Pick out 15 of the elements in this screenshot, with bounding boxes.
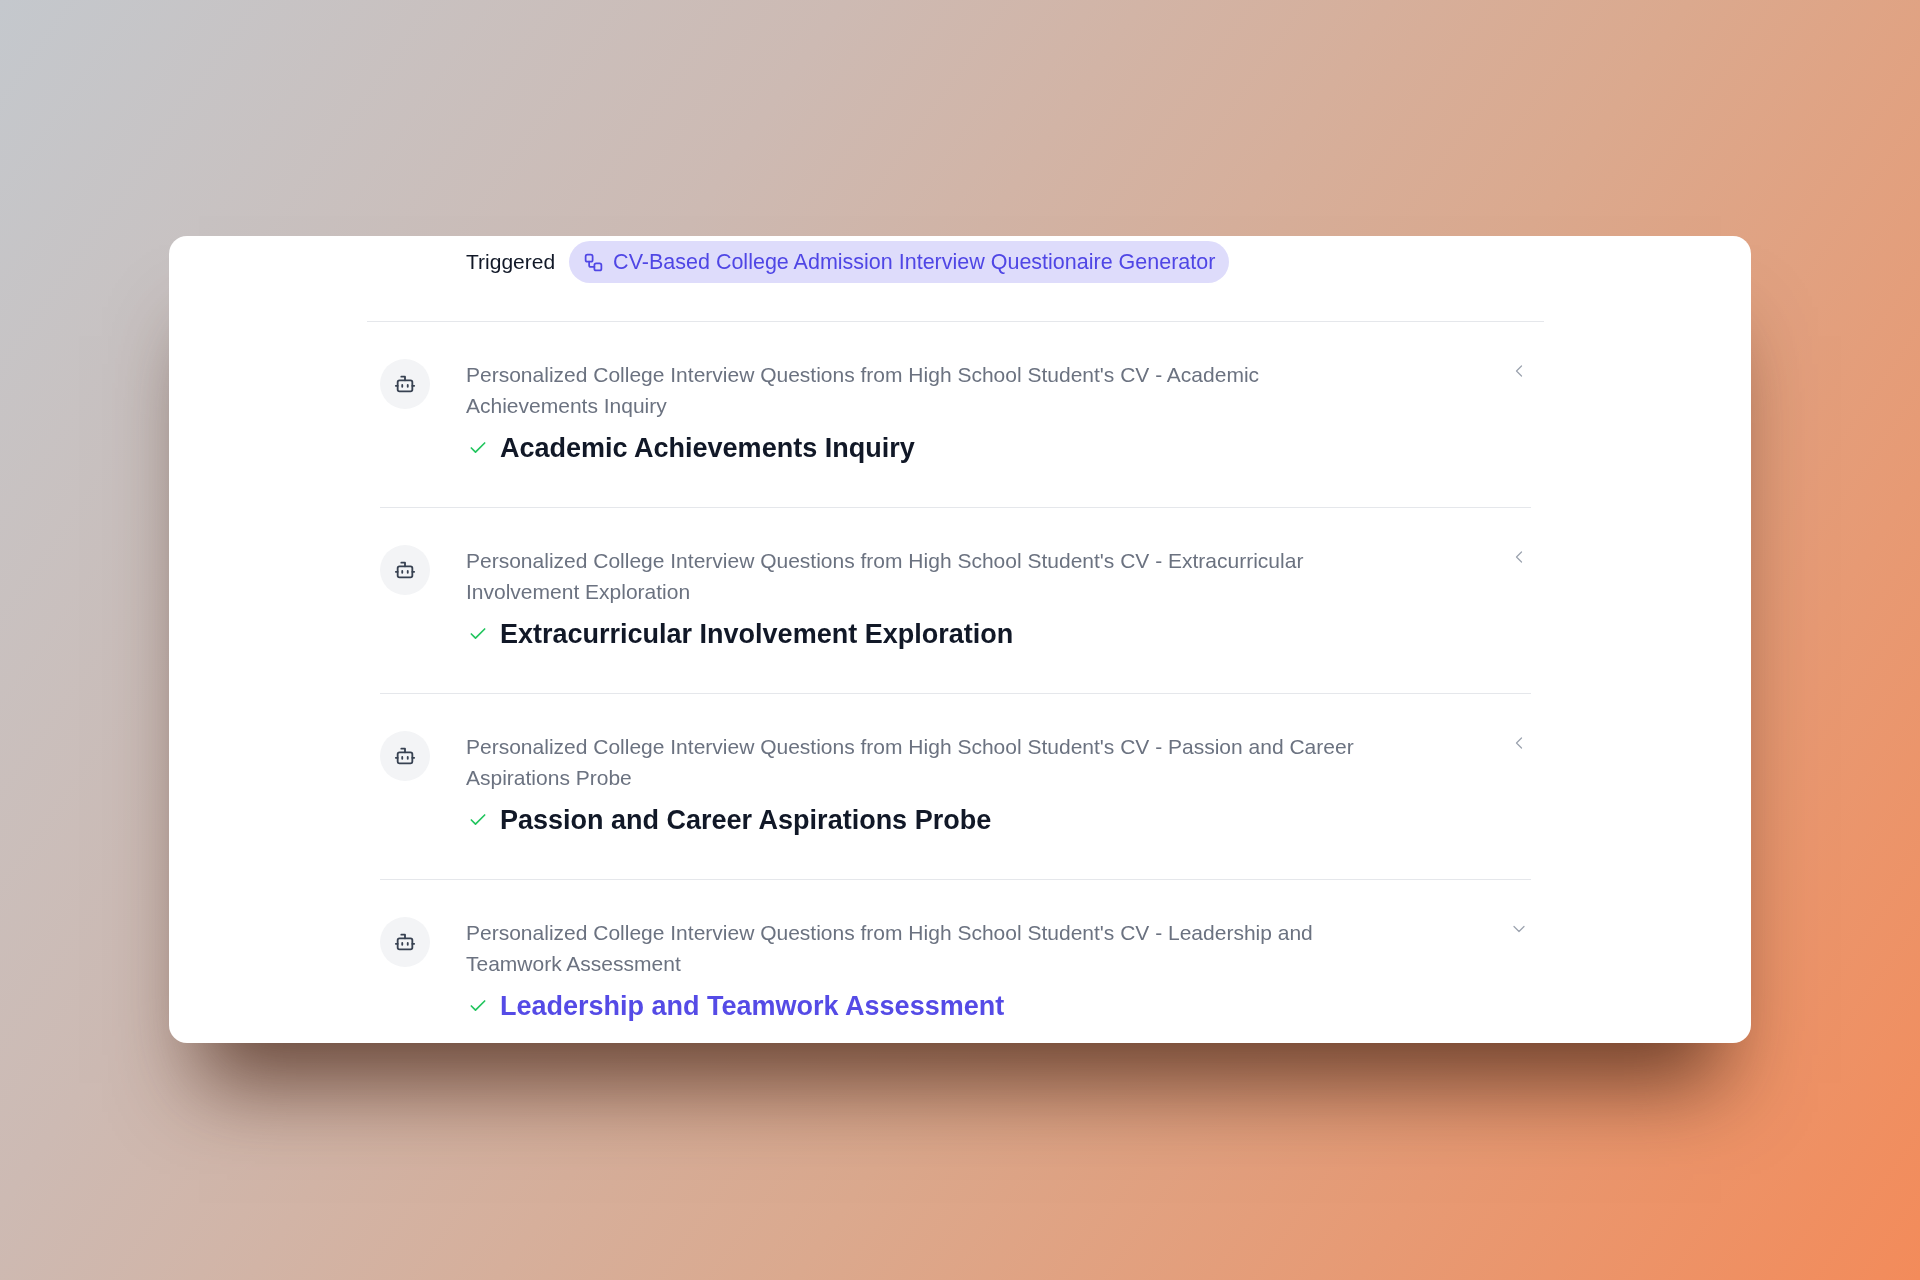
step-description: Personalized College Interview Questions from High School Student's CV - Leadership and Teamwork Assessment <box>466 920 1314 977</box>
step-title: Passion and Career Aspirations Probe <box>500 804 992 837</box>
workflow-chip[interactable]: CV-Based College Admission Interview Questionaire Generator <box>569 241 1230 283</box>
triggered-label: Triggered <box>466 249 556 275</box>
robot-icon <box>380 545 430 595</box>
step-description: Personalized College Interview Questions from High School Student's CV - Passion and Career Aspirations Probe <box>466 734 1355 791</box>
connected-squares-icon <box>583 251 605 273</box>
robot-icon <box>380 731 430 781</box>
step-title: Extracurricular Involvement Exploration <box>500 618 1014 651</box>
step-description: Personalized College Interview Questions from High School Student's CV - Academic Achievements Inquiry <box>466 362 1261 419</box>
robot-icon <box>380 917 430 967</box>
step-description: Personalized College Interview Questions from High School Student's CV - Extracurricular Involvement Exploration <box>466 548 1305 605</box>
robot-icon <box>380 359 430 409</box>
step-title: Academic Achievements Inquiry <box>500 432 915 465</box>
step-title: Leadership and Teamwork Assessment <box>500 990 1005 1023</box>
